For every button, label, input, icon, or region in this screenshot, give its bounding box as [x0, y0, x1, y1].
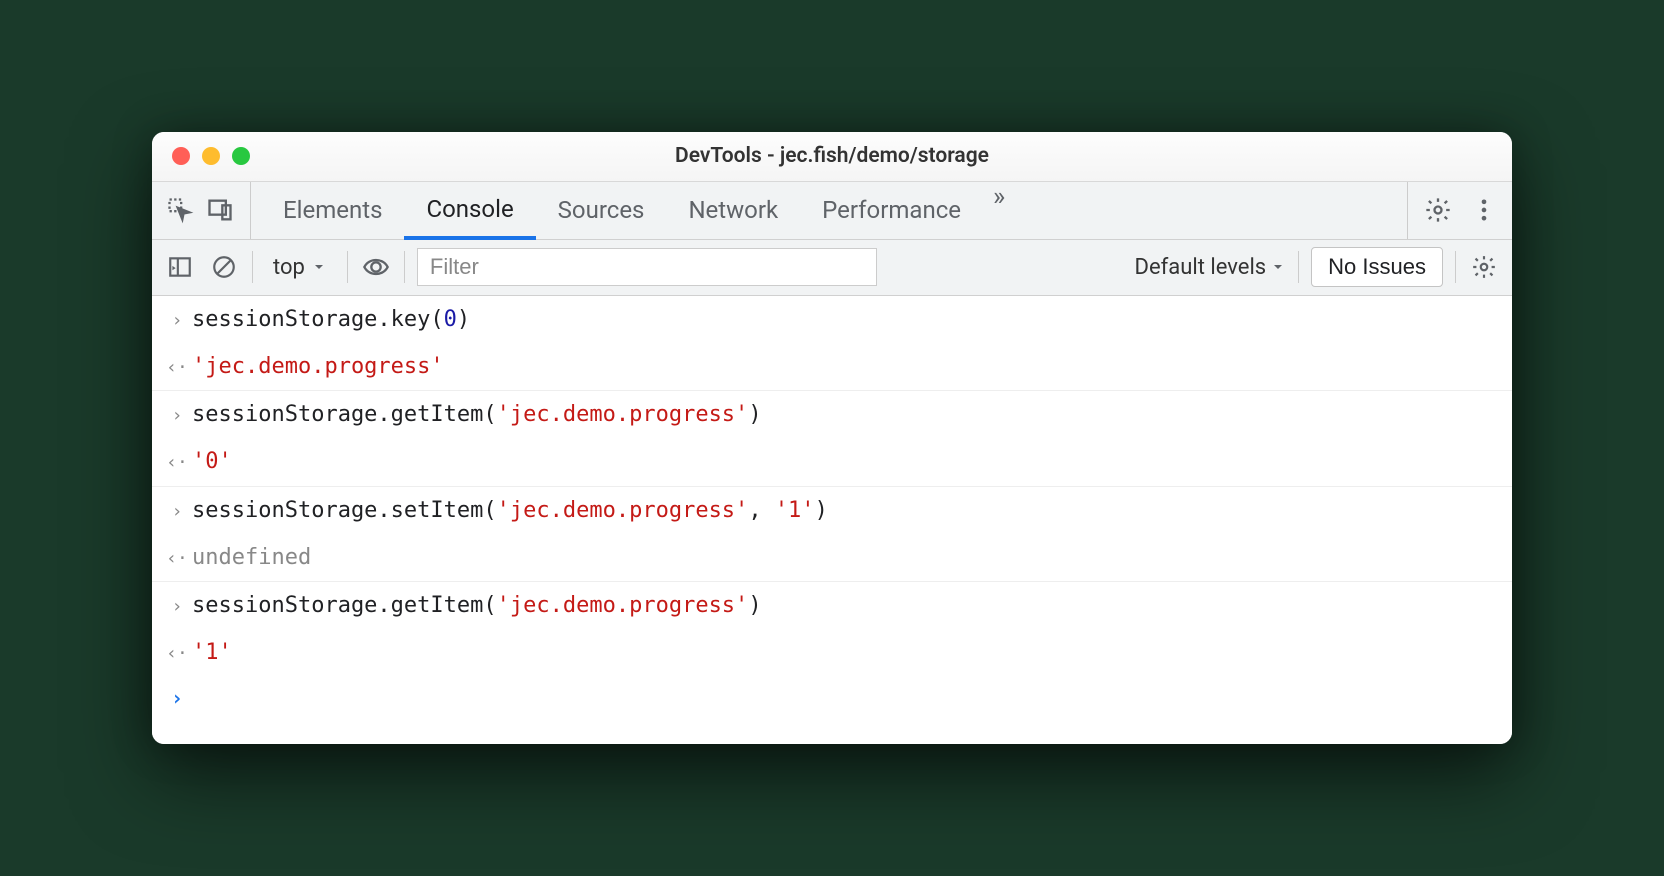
console-prompt-line[interactable]: › [152, 676, 1512, 720]
maximize-window-button[interactable] [232, 147, 250, 165]
console-output-line: ‹·'1' [152, 629, 1512, 676]
prompt-chevron-icon: › [162, 682, 192, 714]
tab-sources[interactable]: Sources [536, 182, 667, 239]
minimize-window-button[interactable] [202, 147, 220, 165]
console-input-line: ›sessionStorage.getItem('jec.demo.progre… [152, 391, 1512, 438]
main-tabbar: Elements Console Sources Network Perform… [152, 182, 1512, 240]
tab-console[interactable]: Console [404, 182, 535, 240]
chevron-down-icon [311, 259, 327, 275]
device-toolbar-icon[interactable] [204, 194, 236, 226]
code-text: sessionStorage.key(0) [192, 302, 470, 337]
settings-icon[interactable] [1422, 194, 1454, 226]
tab-elements[interactable]: Elements [261, 182, 404, 239]
filter-input[interactable] [417, 248, 877, 286]
input-chevron-icon: › [162, 593, 192, 622]
code-text: sessionStorage.setItem('jec.demo.progres… [192, 493, 828, 528]
console-output: ›sessionStorage.key(0)‹·'jec.demo.progre… [152, 296, 1512, 745]
tab-performance[interactable]: Performance [800, 182, 983, 239]
more-tabs-button[interactable]: » [983, 182, 1015, 239]
tab-network[interactable]: Network [666, 182, 800, 239]
live-expression-icon[interactable] [360, 251, 392, 283]
chevron-down-icon [1270, 259, 1286, 275]
console-output-line: ‹·'jec.demo.progress' [152, 343, 1512, 391]
code-text: 'jec.demo.progress' [192, 349, 444, 384]
issues-button[interactable]: No Issues [1311, 247, 1443, 287]
console-output-line: ‹·undefined [152, 534, 1512, 582]
console-input-line: ›sessionStorage.key(0) [152, 296, 1512, 343]
input-chevron-icon: › [162, 402, 192, 431]
code-text: '0' [192, 444, 232, 479]
close-window-button[interactable] [172, 147, 190, 165]
log-levels-select[interactable]: Default levels [1135, 255, 1287, 280]
code-text: '1' [192, 635, 232, 670]
input-chevron-icon: › [162, 307, 192, 336]
execution-context-select[interactable]: top [265, 251, 335, 284]
input-chevron-icon: › [162, 498, 192, 527]
output-chevron-icon: ‹· [162, 354, 192, 383]
toggle-sidebar-icon[interactable] [164, 251, 196, 283]
console-input-line: ›sessionStorage.getItem('jec.demo.progre… [152, 582, 1512, 629]
clear-console-icon[interactable] [208, 251, 240, 283]
traffic-lights [152, 147, 250, 165]
titlebar: DevTools - jec.fish/demo/storage [152, 132, 1512, 182]
console-toolbar: top Default levels No Issues [152, 240, 1512, 296]
levels-label: Default levels [1135, 255, 1267, 280]
output-chevron-icon: ‹· [162, 449, 192, 478]
devtools-window: DevTools - jec.fish/demo/storage Element… [152, 132, 1512, 745]
console-input-line: ›sessionStorage.setItem('jec.demo.progre… [152, 487, 1512, 534]
console-output-line: ‹·'0' [152, 438, 1512, 486]
code-text: sessionStorage.getItem('jec.demo.progres… [192, 588, 762, 623]
kebab-menu-icon[interactable] [1468, 194, 1500, 226]
code-text: undefined [192, 540, 311, 575]
console-settings-icon[interactable] [1468, 251, 1500, 283]
output-chevron-icon: ‹· [162, 640, 192, 669]
inspect-element-icon[interactable] [164, 194, 196, 226]
output-chevron-icon: ‹· [162, 545, 192, 574]
window-title: DevTools - jec.fish/demo/storage [675, 144, 989, 168]
code-text: sessionStorage.getItem('jec.demo.progres… [192, 397, 762, 432]
context-label: top [273, 255, 305, 280]
